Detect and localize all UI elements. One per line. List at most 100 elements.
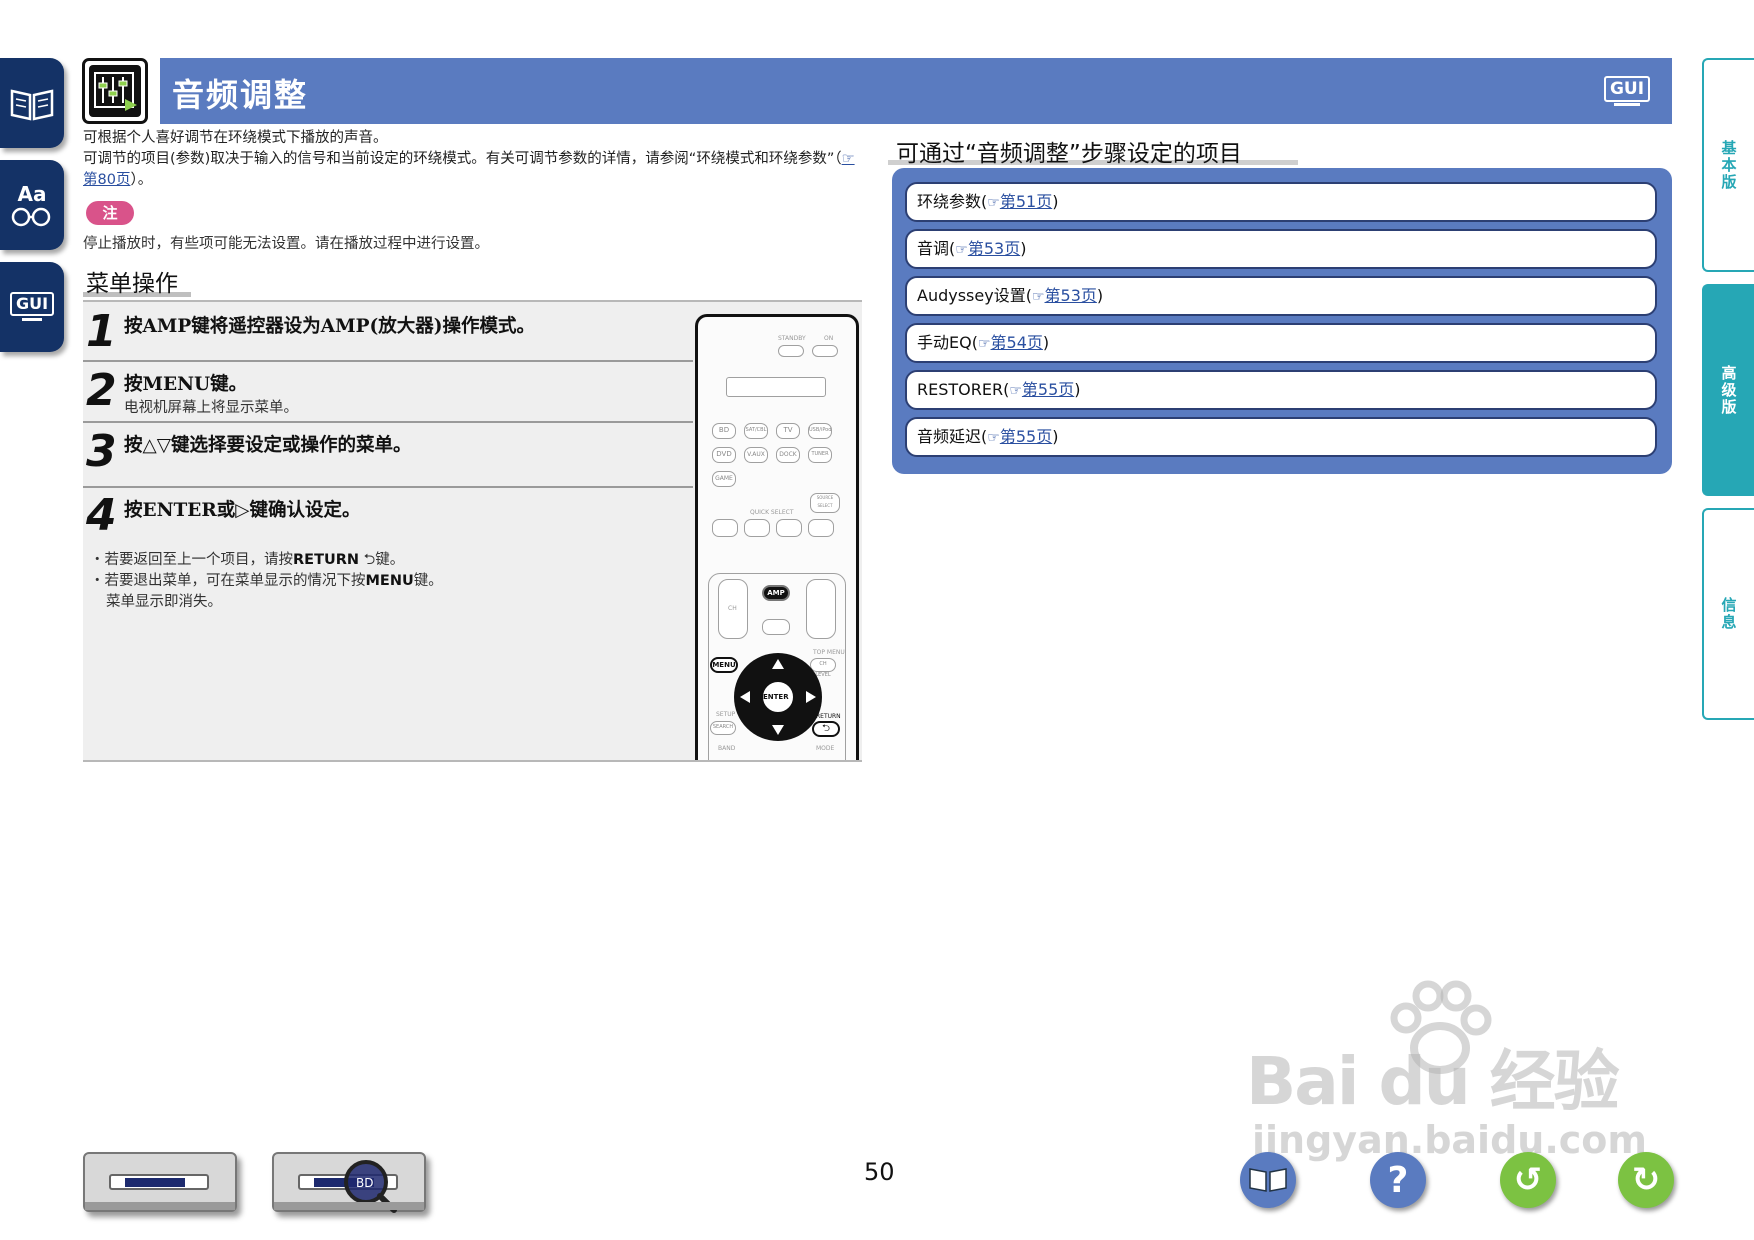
audio-adjust-icon <box>82 58 148 124</box>
item-surround-parameter[interactable]: 环绕参数(☞第51页) <box>905 182 1657 222</box>
nav-contents-tab[interactable] <box>0 58 64 148</box>
tab-basic-version[interactable]: 基本版 <box>1702 58 1754 272</box>
setup-label: SETUP <box>716 711 736 718</box>
page-80-link[interactable]: 第80页 <box>83 172 130 188</box>
page-53-link[interactable]: 第53页 <box>968 239 1020 258</box>
standby-button <box>778 345 804 357</box>
quick-select-2 <box>744 519 770 537</box>
item-label: 音调 <box>917 239 950 258</box>
remote-tuner-button: TUNER <box>808 447 832 463</box>
remote-amp-button: AMP <box>762 585 790 601</box>
gui-tab-label: GUI <box>10 292 54 316</box>
contents-button[interactable] <box>1240 1152 1296 1208</box>
step-divider <box>83 486 693 488</box>
tab-advanced-label: 高级版 <box>1719 364 1738 416</box>
forward-button[interactable]: ↻ <box>1618 1152 1674 1208</box>
help-button[interactable]: ? <box>1370 1152 1426 1208</box>
quick-select-4 <box>808 519 834 537</box>
intro-text: 可根据个人喜好调节在环绕模式下播放的声音。 可调节的项目(参数)取决于输入的信号… <box>83 128 863 191</box>
item-label: RESTORER <box>917 380 1004 399</box>
page-ref-icon: ☞ <box>977 336 991 352</box>
page-54-link[interactable]: 第54页 <box>991 333 1043 352</box>
item-audio-delay[interactable]: 音频延迟(☞第55页) <box>905 417 1657 457</box>
remote-bd-button: BD <box>712 423 736 439</box>
item-audyssey-settings[interactable]: Audyssey设置(☞第53页) <box>905 276 1657 316</box>
remote-game-button: GAME <box>712 471 736 487</box>
tip-2-end: 键。 <box>413 573 443 589</box>
volume-rocker <box>806 579 836 639</box>
step-1-text: 按AMP键将遥控器设为AMP(放大器)操作模式。 <box>124 316 535 337</box>
glossary-label: Aa <box>17 182 47 206</box>
channel-label: CH <box>728 605 737 612</box>
tip-1-end: 键。 <box>375 552 405 568</box>
watermark-url: jingyan.baidu.com <box>1252 1118 1647 1162</box>
step-2-text: 按MENU键。 <box>124 374 248 395</box>
step-divider <box>83 360 693 362</box>
item-tone[interactable]: 音调(☞第53页) <box>905 229 1657 269</box>
on-label: ON <box>824 335 834 342</box>
tip-1-text: 若要返回至上一个项目，请按 <box>104 552 294 568</box>
help-icon: ? <box>1387 1159 1409 1201</box>
header-bar <box>160 58 1672 124</box>
item-manual-eq[interactable]: 手动EQ(☞第54页) <box>905 323 1657 363</box>
gui-badge: GUI <box>1604 76 1650 102</box>
item-restorer[interactable]: RESTORER(☞第55页) <box>905 370 1657 410</box>
page-ref-icon: ☞ <box>955 242 968 258</box>
page-55-link[interactable]: 第55页 <box>1022 380 1074 399</box>
step-4-text: 按ENTER或▷键确认设定。 <box>124 500 361 521</box>
return-label: RETURN <box>816 713 841 720</box>
back-button[interactable]: ↺ <box>1500 1152 1556 1208</box>
search-button: SEARCH <box>710 721 736 735</box>
tab-information[interactable]: 信息 <box>1702 508 1754 720</box>
settable-items-title: 可通过“音频调整”步骤设定的项目 <box>896 141 1242 167</box>
page-number: 50 <box>864 1158 895 1186</box>
device-zoom-button[interactable]: BD <box>272 1152 426 1213</box>
device-display-label: BD <box>356 1176 374 1190</box>
source-select-button: SOURCE SELECT <box>810 493 840 513</box>
page-53-link[interactable]: 第53页 <box>1045 286 1097 305</box>
enter-button-label: ENTER <box>763 693 789 701</box>
remote-control-illustration: STANDBY ON BD SAT/CBL TV USB/iPod DVD V.… <box>695 314 859 760</box>
step-3-number: 3 <box>86 426 117 477</box>
page-51-link[interactable]: 第51页 <box>1000 192 1052 211</box>
remote-dock-button: DOCK <box>776 447 800 463</box>
item-label: 音频延迟 <box>917 427 982 446</box>
step-4-number: 4 <box>86 490 117 541</box>
page-ref-icon: ☞ <box>987 195 1000 211</box>
intro-line-2-end: ）。 <box>130 172 153 188</box>
item-label: 手动EQ <box>917 333 972 352</box>
remote-vaux-button: V.AUX <box>744 447 768 463</box>
tab-advanced-version[interactable]: 高级版 <box>1702 284 1754 496</box>
remote-satcbl-button: SAT/CBL <box>744 423 768 439</box>
remote-usb-button: USB/iPod <box>808 423 832 439</box>
device-front-button[interactable] <box>83 1152 237 1212</box>
band-label: BAND <box>718 745 736 752</box>
item-label: 环绕参数 <box>917 192 982 211</box>
tip-2-text: 若要退出菜单，可在菜单显示的情况下按 <box>104 573 366 589</box>
note-text: 停止播放时，有些项可能无法设置。请在播放过程中进行设置。 <box>83 236 489 252</box>
back-icon: ↺ <box>1513 1160 1543 1200</box>
device-display <box>109 1174 209 1190</box>
return-key-label: RETURN <box>293 552 360 568</box>
watermark-paw-icon <box>1390 980 1492 1074</box>
step-3-text: 按△▽键选择要设定或操作的菜单。 <box>124 435 412 456</box>
forward-icon: ↻ <box>1631 1160 1661 1200</box>
tab-information-label: 信息 <box>1719 597 1738 631</box>
step-2-number: 2 <box>86 365 117 416</box>
page-ref-icon: ☞ <box>1009 383 1022 399</box>
page-55-link[interactable]: 第55页 <box>1000 427 1052 446</box>
quick-select-1 <box>712 519 738 537</box>
mute-button <box>762 619 790 635</box>
nav-glossary-tab[interactable]: Aa <box>0 160 64 250</box>
book-icon <box>1248 1163 1288 1197</box>
gui-badge-stand <box>1614 103 1640 106</box>
note-badge: 注 <box>86 201 134 225</box>
tip-item: ・若要退出菜单，可在菜单显示的情况下按MENU键。 <box>90 573 443 589</box>
tip-item-cont: 菜单显示即消失。 <box>106 594 222 610</box>
step-2-sub: 电视机屏幕上将显示菜单。 <box>124 400 298 416</box>
page-title: 音频调整 <box>172 76 309 114</box>
menu-operation-title: 菜单操作 <box>86 271 178 297</box>
quick-select-3 <box>776 519 802 537</box>
nav-gui-tab[interactable]: GUI <box>0 262 64 352</box>
gui-icon: GUI <box>8 290 56 324</box>
